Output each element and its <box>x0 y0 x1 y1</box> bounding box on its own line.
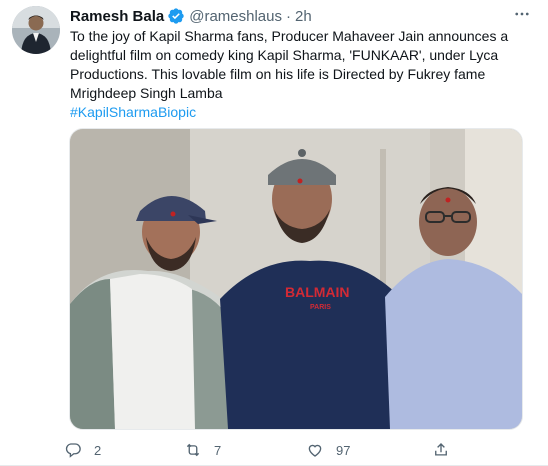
tweet-text: To the joy of Kapil Sharma fans, Produce… <box>70 28 509 101</box>
tweet-card[interactable]: Ramesh Bala @rameshlaus · 2h To the joy … <box>0 0 548 466</box>
hashtag-link[interactable]: #KapilSharmaBiopic <box>70 104 196 120</box>
avatar[interactable] <box>12 6 60 54</box>
retweet-button[interactable]: 7 <box>184 440 221 460</box>
author-handle[interactable]: @rameshlaus <box>189 8 282 25</box>
like-button[interactable]: 97 <box>306 440 350 460</box>
shirt-text-balmain: BALMAIN <box>285 284 350 300</box>
tweet-timestamp[interactable]: 2h <box>295 8 312 25</box>
share-button[interactable] <box>432 440 462 460</box>
retweet-count: 7 <box>214 442 222 458</box>
separator-dot: · <box>285 7 291 25</box>
reply-count: 2 <box>94 442 102 458</box>
shirt-text-paris: PARIS <box>310 304 331 311</box>
verified-icon <box>167 7 185 25</box>
reply-icon <box>65 443 81 458</box>
author-name[interactable]: Ramesh Bala <box>70 8 164 25</box>
like-icon <box>308 444 322 457</box>
retweet-icon <box>186 443 200 457</box>
photo-scene: BALMAIN PARIS <box>70 129 522 429</box>
share-icon <box>435 443 447 456</box>
tweet-text-block: To the joy of Kapil Sharma fans, Produce… <box>70 27 530 122</box>
tweet-photo[interactable]: BALMAIN PARIS <box>69 128 523 430</box>
tweet-actions: 2 7 97 <box>64 440 514 460</box>
more-icon[interactable] <box>510 4 534 24</box>
tweet-header: Ramesh Bala @rameshlaus · 2h <box>70 6 312 26</box>
reply-button[interactable]: 2 <box>64 440 101 460</box>
like-count: 97 <box>336 442 351 458</box>
